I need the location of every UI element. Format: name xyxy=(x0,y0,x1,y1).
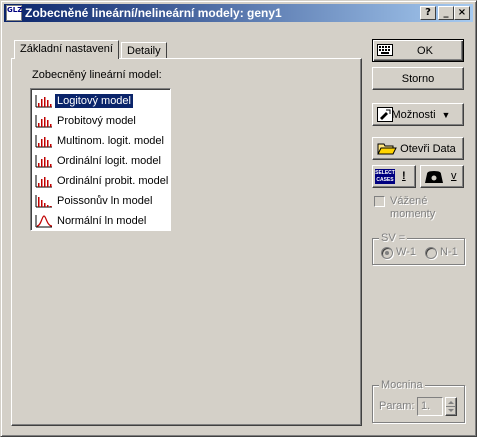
minimize-button[interactable]: _ xyxy=(438,6,454,20)
select-cases-label: ! xyxy=(402,170,406,182)
power-groupbox: Mocnina Param: 1. xyxy=(372,379,465,423)
list-item[interactable]: Logitový model xyxy=(33,91,168,111)
model-listbox[interactable]: Logitový model Probitový model Multinom.… xyxy=(30,88,171,231)
title-bar[interactable]: GLZ Zobecněné lineární/nelineární modely… xyxy=(4,4,473,22)
list-item[interactable]: Multinom. logit. model xyxy=(33,131,168,151)
sv-group-title: SV = xyxy=(379,232,408,244)
param-input[interactable]: 1. xyxy=(417,397,443,416)
histogram-icon xyxy=(35,135,52,148)
param-label: Param: xyxy=(379,400,415,412)
sv-groupbox: SV = W-1 N-1 xyxy=(372,232,465,265)
list-item-label: Ordinální probit. model xyxy=(57,175,169,187)
weighted-moments-line1: Vážené xyxy=(390,195,428,207)
weights-label: v xyxy=(451,170,457,182)
options-menu-icon xyxy=(377,107,393,122)
histogram-icon xyxy=(35,95,52,108)
list-item[interactable]: Poissonův ln model xyxy=(33,191,168,211)
select-cases-icon: SELECT CASES xyxy=(375,169,395,184)
open-data-button[interactable]: Otevři Data xyxy=(372,137,464,160)
folder-open-icon xyxy=(377,143,397,155)
poisson-histogram-icon xyxy=(35,195,52,208)
help-button[interactable]: ? xyxy=(420,6,436,20)
tab-details-label: Detaily xyxy=(127,45,161,57)
normal-curve-icon xyxy=(35,215,53,228)
options-button[interactable]: Možnosti ▼ xyxy=(372,103,464,126)
param-input-value: 1. xyxy=(421,400,431,412)
select-cases-line1: SELECT xyxy=(375,170,395,176)
list-item[interactable]: Ordinální probit. model xyxy=(33,171,168,191)
sv-option-n1-label: N-1 xyxy=(440,246,458,258)
cancel-button-label: Storno xyxy=(401,72,435,85)
options-button-label: Možnosti xyxy=(391,108,436,121)
model-list-label: Zobecněný lineární model: xyxy=(32,69,162,81)
app-icon: GLZ xyxy=(6,5,22,21)
weights-button[interactable]: v xyxy=(420,165,464,188)
histogram-icon xyxy=(35,155,52,168)
list-item[interactable]: Ordinální logit. model xyxy=(33,151,168,171)
select-cases-line2: CASES xyxy=(376,177,394,183)
weight-icon xyxy=(425,171,443,183)
weighted-moments-checkbox[interactable] xyxy=(374,196,385,207)
close-button[interactable]: × xyxy=(454,6,470,20)
list-item[interactable]: Normální ln model xyxy=(33,211,168,231)
keyboard-icon xyxy=(377,44,393,56)
weighted-moments-label: Vážené momenty xyxy=(390,195,435,221)
weighted-moments-line2: momenty xyxy=(390,208,436,220)
tab-basic-settings-label: Základní nastavení xyxy=(20,43,113,55)
sv-radio-w1[interactable] xyxy=(381,247,393,259)
list-item-label: Normální ln model xyxy=(57,215,147,227)
list-item-label: Logitový model xyxy=(54,93,134,109)
cancel-button[interactable]: Storno xyxy=(372,67,464,90)
sv-option-w1-label: W-1 xyxy=(396,246,416,258)
tab-details[interactable]: Detaily xyxy=(121,42,167,58)
select-cases-button[interactable]: SELECT CASES ! xyxy=(372,165,416,188)
ok-button-label: OK xyxy=(417,44,433,57)
dropdown-arrow-icon: ▼ xyxy=(441,109,451,120)
list-item-label: Ordinální logit. model xyxy=(57,155,161,167)
list-item-label: Multinom. logit. model xyxy=(57,135,164,147)
dialog-window: GLZ Zobecněné lineární/nelineární modely… xyxy=(0,0,477,437)
open-data-button-label: Otevři Data xyxy=(400,142,456,155)
ok-button[interactable]: OK xyxy=(372,39,464,62)
power-group-title: Mocnina xyxy=(379,379,425,391)
param-spinner[interactable] xyxy=(445,397,457,416)
list-item-label: Probitový model xyxy=(57,115,136,127)
histogram-icon xyxy=(35,175,52,188)
list-item[interactable]: Probitový model xyxy=(33,111,168,131)
histogram-icon xyxy=(35,115,52,128)
tab-basic-settings[interactable]: Základní nastavení xyxy=(14,40,119,59)
spinner-arrows-icon xyxy=(446,401,456,412)
sv-radio-n1[interactable] xyxy=(425,247,437,259)
window-title: Zobecněné lineární/nelineární modely: ge… xyxy=(25,6,282,20)
list-item-label: Poissonův ln model xyxy=(57,195,153,207)
